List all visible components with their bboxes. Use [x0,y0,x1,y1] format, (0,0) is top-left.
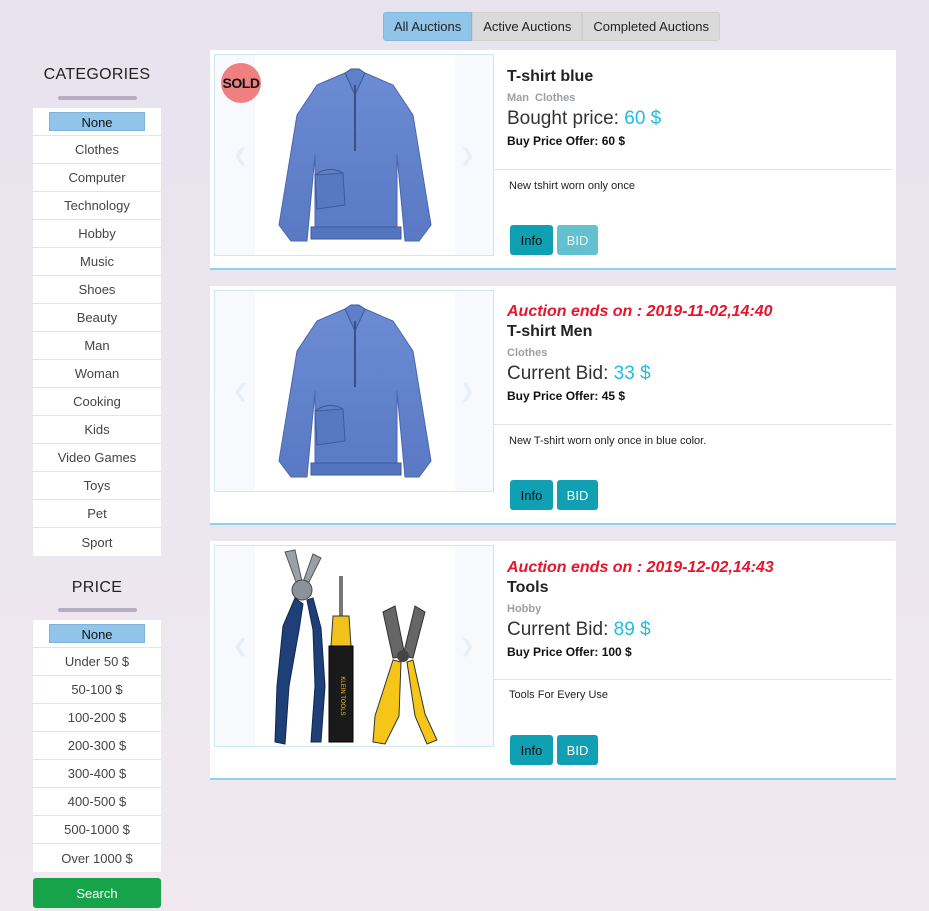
category-item-video-games[interactable]: Video Games [33,444,161,472]
category-item-sport[interactable]: Sport [33,528,161,556]
price-item-300-400[interactable]: 300-400 $ [33,760,161,788]
chevron-left-icon[interactable]: ❮ [233,636,248,657]
price-label: None [49,624,145,643]
price-label: Current Bid: [507,363,609,384]
price-item-200-300[interactable]: 200-300 $ [33,732,161,760]
buy-price-offer: Buy Price Offer: 60 $ [507,134,626,148]
info-button[interactable]: Info [510,735,553,765]
auction-card: KLEIN TOOLS ❮ ❯ Auction ends on : 2019-1… [210,541,896,780]
tab-all-auctions[interactable]: All Auctions [383,12,473,41]
item-tags: Clothes [507,347,553,359]
item-tag: Clothes [535,92,576,104]
item-description: Tools For Every Use [509,689,609,701]
sold-badge: SOLD [221,63,261,103]
divider [494,679,892,680]
price-divider [58,608,137,612]
category-item-technology[interactable]: Technology [33,192,161,220]
auction-card: ❮ ❯ SOLD T-shirt blue Man Clothes Bought … [210,50,896,270]
bid-button[interactable]: BID [557,480,598,510]
price-line: Current Bid: 89 $ [507,619,651,641]
tab-active-auctions[interactable]: Active Auctions [472,12,583,41]
item-tags: Man Clothes [507,92,581,104]
info-button[interactable]: Info [510,480,553,510]
category-item-man[interactable]: Man [33,332,161,360]
price-item-over-1000[interactable]: Over 1000 $ [33,844,161,872]
tools-icon: KLEIN TOOLS [274,549,438,745]
price-value: 60 $ [624,108,662,129]
category-item-music[interactable]: Music [33,248,161,276]
category-item-hobby[interactable]: Hobby [33,220,161,248]
price-label: Bought price: [507,108,619,129]
tab-completed-auctions[interactable]: Completed Auctions [582,12,720,41]
product-image-carousel[interactable]: ❮ ❯ SOLD [214,54,494,256]
price-item-500-1000[interactable]: 500-1000 $ [33,816,161,844]
item-tag: Hobby [507,603,542,615]
price-item-50-100[interactable]: 50-100 $ [33,676,161,704]
chevron-left-icon[interactable]: ❮ [233,381,248,402]
bid-button[interactable]: BID [557,225,598,255]
category-item-shoes[interactable]: Shoes [33,276,161,304]
price-line: Current Bid: 33 $ [507,363,651,385]
item-tags: Hobby [507,603,547,615]
category-list: None Clothes Computer Technology Hobby M… [33,108,161,556]
buy-price-offer: Buy Price Offer: 45 $ [507,389,626,403]
info-button[interactable]: Info [510,225,553,255]
item-description: New T-shirt worn only once in blue color… [509,435,707,447]
item-title: Tools [507,579,549,596]
divider [494,169,892,170]
category-item-computer[interactable]: Computer [33,164,161,192]
price-item-under-50[interactable]: Under 50 $ [33,648,161,676]
category-item-beauty[interactable]: Beauty [33,304,161,332]
chevron-right-icon[interactable]: ❯ [460,636,475,657]
price-value: 33 $ [613,363,651,384]
item-tag: Clothes [507,347,548,359]
item-tag: Man [507,92,529,104]
category-item-pet[interactable]: Pet [33,500,161,528]
price-line: Bought price: 60 $ [507,108,661,130]
categories-divider [58,96,137,100]
buy-price-offer: Buy Price Offer: 100 $ [507,645,632,659]
product-image: KLEIN TOOLS [255,546,455,746]
categories-title: CATEGORIES [43,66,151,83]
chevron-right-icon[interactable]: ❯ [460,145,475,166]
category-label: None [49,112,145,131]
sweater-icon [278,68,432,242]
price-item-none[interactable]: None [33,620,161,648]
sweater-icon [278,304,432,478]
category-item-kids[interactable]: Kids [33,416,161,444]
price-value: 89 $ [613,619,651,640]
item-title: T-shirt blue [507,68,594,85]
item-title: T-shirt Men [507,323,593,340]
bid-button[interactable]: BID [557,735,598,765]
product-image-carousel[interactable]: KLEIN TOOLS ❮ ❯ [214,545,494,747]
auction-card: ❮ ❯ Auction ends on : 2019-11-02,14:40 T… [210,286,896,525]
product-image [255,55,455,255]
category-item-cooking[interactable]: Cooking [33,388,161,416]
price-title: PRICE [71,579,123,596]
search-button[interactable]: Search [33,878,161,908]
chevron-left-icon[interactable]: ❮ [233,145,248,166]
product-image-carousel[interactable]: ❮ ❯ [214,290,494,492]
auction-tabs: All Auctions Active Auctions Completed A… [383,12,720,41]
product-image [255,291,455,491]
price-item-100-200[interactable]: 100-200 $ [33,704,161,732]
category-item-woman[interactable]: Woman [33,360,161,388]
price-item-400-500[interactable]: 400-500 $ [33,788,161,816]
chevron-right-icon[interactable]: ❯ [460,381,475,402]
svg-text:KLEIN TOOLS: KLEIN TOOLS [339,676,345,715]
category-item-toys[interactable]: Toys [33,472,161,500]
item-description: New tshirt worn only once [509,180,635,192]
auction-end-time: Auction ends on : 2019-11-02,14:40 [507,303,773,320]
auction-end-time: Auction ends on : 2019-12-02,14:43 [507,559,774,576]
category-item-none[interactable]: None [33,108,161,136]
divider [494,424,892,425]
price-list: None Under 50 $ 50-100 $ 100-200 $ 200-3… [33,620,161,872]
price-label: Current Bid: [507,619,609,640]
category-item-clothes[interactable]: Clothes [33,136,161,164]
